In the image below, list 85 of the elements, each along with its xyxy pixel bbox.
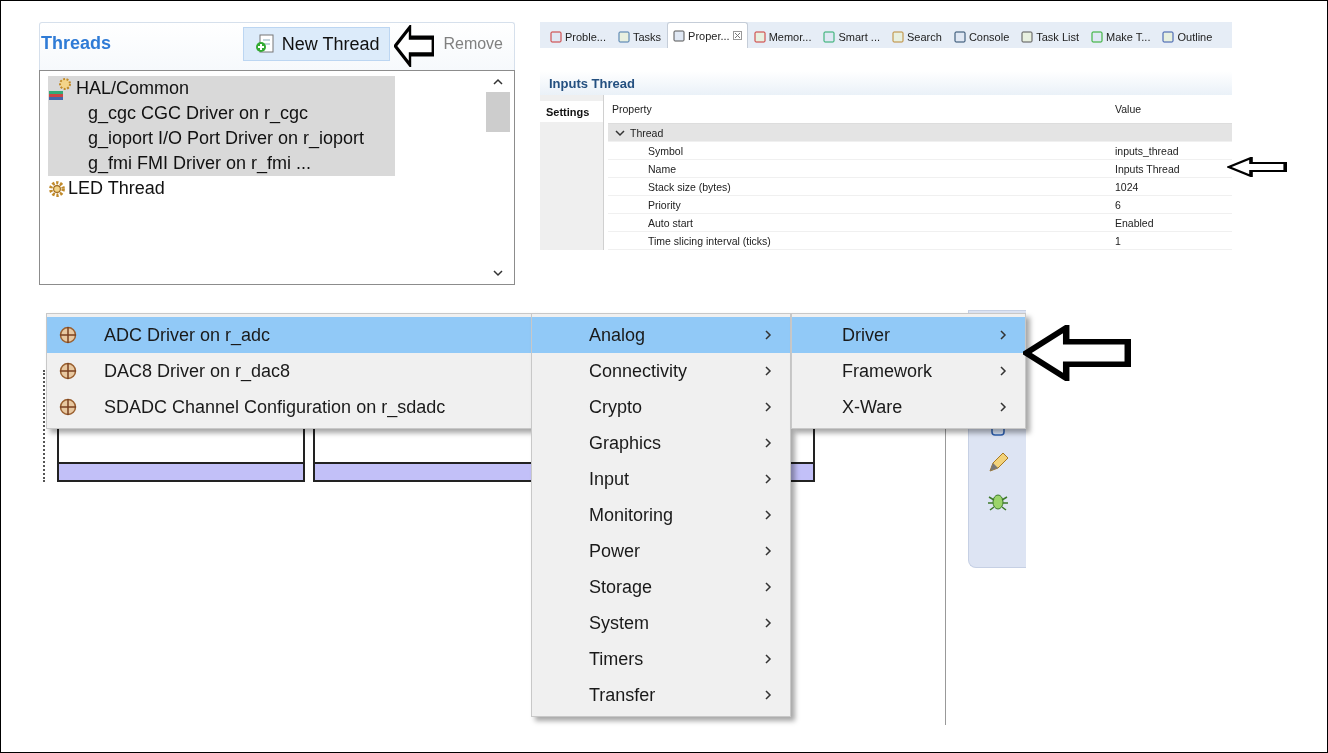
tree-item[interactable]: HAL/Common bbox=[48, 76, 395, 101]
tree-item[interactable]: g_cgc CGC Driver on r_cgc bbox=[48, 101, 395, 126]
menu-item[interactable]: Timers bbox=[532, 641, 790, 677]
property-name: Symbol bbox=[647, 144, 684, 157]
property-name: Name bbox=[647, 162, 677, 175]
chevron-right-icon bbox=[762, 653, 774, 665]
scroll-thumb[interactable] bbox=[486, 92, 510, 132]
chevron-right-icon bbox=[997, 365, 1009, 377]
chevron-down-icon[interactable] bbox=[492, 267, 504, 279]
view-icon bbox=[673, 29, 686, 42]
view-icon bbox=[1091, 30, 1104, 43]
menu-item[interactable]: Analog bbox=[532, 317, 790, 353]
view-icon bbox=[823, 30, 836, 43]
chevron-right-icon bbox=[762, 545, 774, 557]
menu-item[interactable]: Crypto bbox=[532, 389, 790, 425]
view-tab[interactable]: Proper... bbox=[667, 22, 748, 48]
menu-item[interactable]: DAC8 Driver on r_dac8 bbox=[47, 353, 533, 389]
view-tab[interactable]: Memor... bbox=[747, 24, 818, 48]
property-name: Stack size (bytes) bbox=[647, 180, 732, 193]
property-value: 1024 bbox=[1114, 180, 1140, 193]
chevron-right-icon bbox=[997, 401, 1009, 413]
view-icon bbox=[1021, 30, 1034, 43]
menu-item[interactable]: Driver bbox=[792, 317, 1025, 353]
tree-item[interactable]: LED Thread bbox=[48, 176, 395, 201]
chevron-right-icon bbox=[762, 689, 774, 701]
crosshair-icon bbox=[59, 326, 77, 344]
chevron-right-icon bbox=[762, 509, 774, 521]
column-header: Property bbox=[611, 103, 653, 115]
menu-item[interactable]: Input bbox=[532, 461, 790, 497]
view-tab[interactable]: Task List bbox=[1015, 24, 1086, 48]
books-gear-icon bbox=[48, 76, 74, 101]
chevron-right-icon bbox=[762, 617, 774, 629]
property-value: 1 bbox=[1114, 234, 1122, 247]
view-icon bbox=[753, 30, 766, 43]
gear-icon bbox=[48, 179, 66, 198]
property-value: 6 bbox=[1114, 198, 1122, 211]
new-thread-button[interactable]: New Thread bbox=[242, 27, 391, 61]
view-tab[interactable]: Console bbox=[947, 24, 1016, 48]
crosshair-icon bbox=[59, 362, 77, 380]
menu-item[interactable]: X-Ware bbox=[792, 389, 1025, 425]
property-name: Time slicing interval (ticks) bbox=[647, 234, 772, 247]
menu-item[interactable]: Framework bbox=[792, 353, 1025, 389]
menu-item[interactable]: System bbox=[532, 605, 790, 641]
view-tab[interactable]: Smart ... bbox=[817, 24, 887, 48]
chevron-right-icon bbox=[762, 581, 774, 593]
chevron-right-icon bbox=[762, 365, 774, 377]
property-value: inputs_thread bbox=[1114, 144, 1180, 157]
menu-item[interactable]: Graphics bbox=[532, 425, 790, 461]
tree-item[interactable]: g_fmi FMI Driver on r_fmi ... bbox=[48, 151, 395, 176]
view-icon bbox=[1162, 30, 1175, 43]
chevron-right-icon bbox=[762, 401, 774, 413]
view-tab[interactable]: Make T... bbox=[1085, 24, 1157, 48]
crosshair-icon bbox=[59, 398, 77, 416]
property-value: Inputs Thread bbox=[1114, 162, 1181, 175]
panel-title: Threads bbox=[41, 33, 112, 54]
view-tab[interactable]: Outline bbox=[1156, 24, 1219, 48]
view-tab[interactable]: Search bbox=[886, 24, 948, 48]
menu-item[interactable]: SDADC Channel Configuration on r_sdadc bbox=[47, 389, 533, 425]
add-document-icon bbox=[253, 33, 276, 55]
property-name: Priority bbox=[647, 198, 682, 211]
view-icon bbox=[953, 30, 966, 43]
left-arrow-icon bbox=[1023, 325, 1131, 381]
view-icon bbox=[892, 30, 905, 43]
chevron-right-icon bbox=[762, 437, 774, 449]
view-icon bbox=[550, 30, 562, 43]
menu-item[interactable]: Storage bbox=[532, 569, 790, 605]
chevron-right-icon bbox=[997, 329, 1009, 341]
view-title: Inputs Thread bbox=[549, 75, 635, 91]
property-value: Enabled bbox=[1114, 216, 1155, 229]
column-header: Value bbox=[1114, 103, 1143, 115]
menu-item[interactable]: Connectivity bbox=[532, 353, 790, 389]
menu-item[interactable]: Power bbox=[532, 533, 790, 569]
settings-tab[interactable]: Settings bbox=[540, 101, 603, 122]
chevron-right-icon bbox=[762, 329, 774, 341]
close-icon[interactable] bbox=[732, 31, 742, 40]
left-arrow-icon bbox=[394, 25, 434, 67]
menu-item[interactable]: Monitoring bbox=[532, 497, 790, 533]
menu-item[interactable]: ADC Driver on r_adc bbox=[47, 317, 533, 353]
chevron-right-icon bbox=[762, 473, 774, 485]
view-tab[interactable]: Tasks bbox=[611, 24, 668, 48]
view-icon bbox=[617, 30, 630, 43]
tree-item[interactable]: g_ioport I/O Port Driver on r_ioport bbox=[48, 126, 395, 151]
property-name: Auto start bbox=[647, 216, 694, 229]
menu-item[interactable]: Transfer bbox=[532, 677, 790, 713]
view-tab[interactable]: Proble... bbox=[544, 24, 612, 48]
